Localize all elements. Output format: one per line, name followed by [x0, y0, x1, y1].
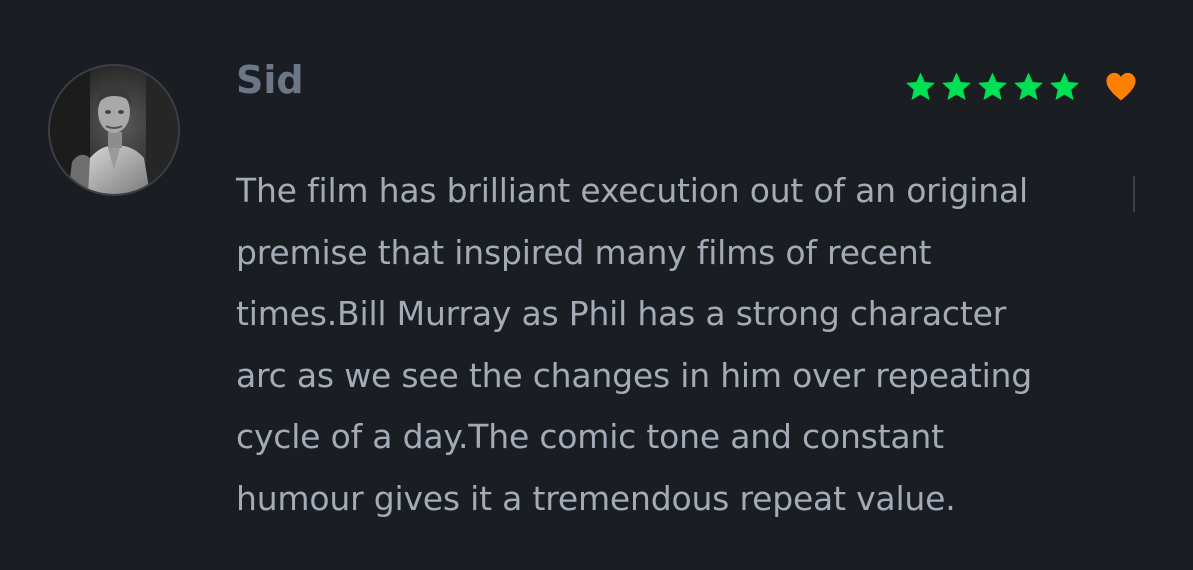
heart-icon: [1106, 72, 1136, 101]
star-icon: [1014, 71, 1043, 100]
review-text-line: arc as we see the changes in him over re…: [236, 355, 1033, 395]
star-icon: [1050, 71, 1079, 100]
rating: [904, 70, 1139, 102]
avatar[interactable]: [48, 64, 180, 196]
review-text-line: times.Bill Murray as Phil has a strong c…: [236, 294, 1007, 333]
review-text-line: humour gives it a tremendous repeat valu…: [236, 478, 956, 518]
review-text: The film has brilliant execution out of …: [236, 160, 1136, 529]
star-icon: [906, 71, 935, 100]
star-rating: [904, 70, 1081, 103]
review-text-line: premise that inspired many films of rece…: [236, 232, 932, 272]
review-text-line: The film has brilliant execution out of …: [236, 171, 1028, 210]
review-text-line: cycle of a day.The comic tone and consta…: [236, 417, 944, 456]
text-caret: [1133, 176, 1135, 212]
star-icon: [942, 71, 971, 100]
review-author[interactable]: Sid: [236, 58, 304, 102]
star-icon: [978, 71, 1007, 100]
review-card: Sid The film has brilliant execution out…: [0, 0, 1193, 570]
avatar-photo: [50, 66, 178, 194]
